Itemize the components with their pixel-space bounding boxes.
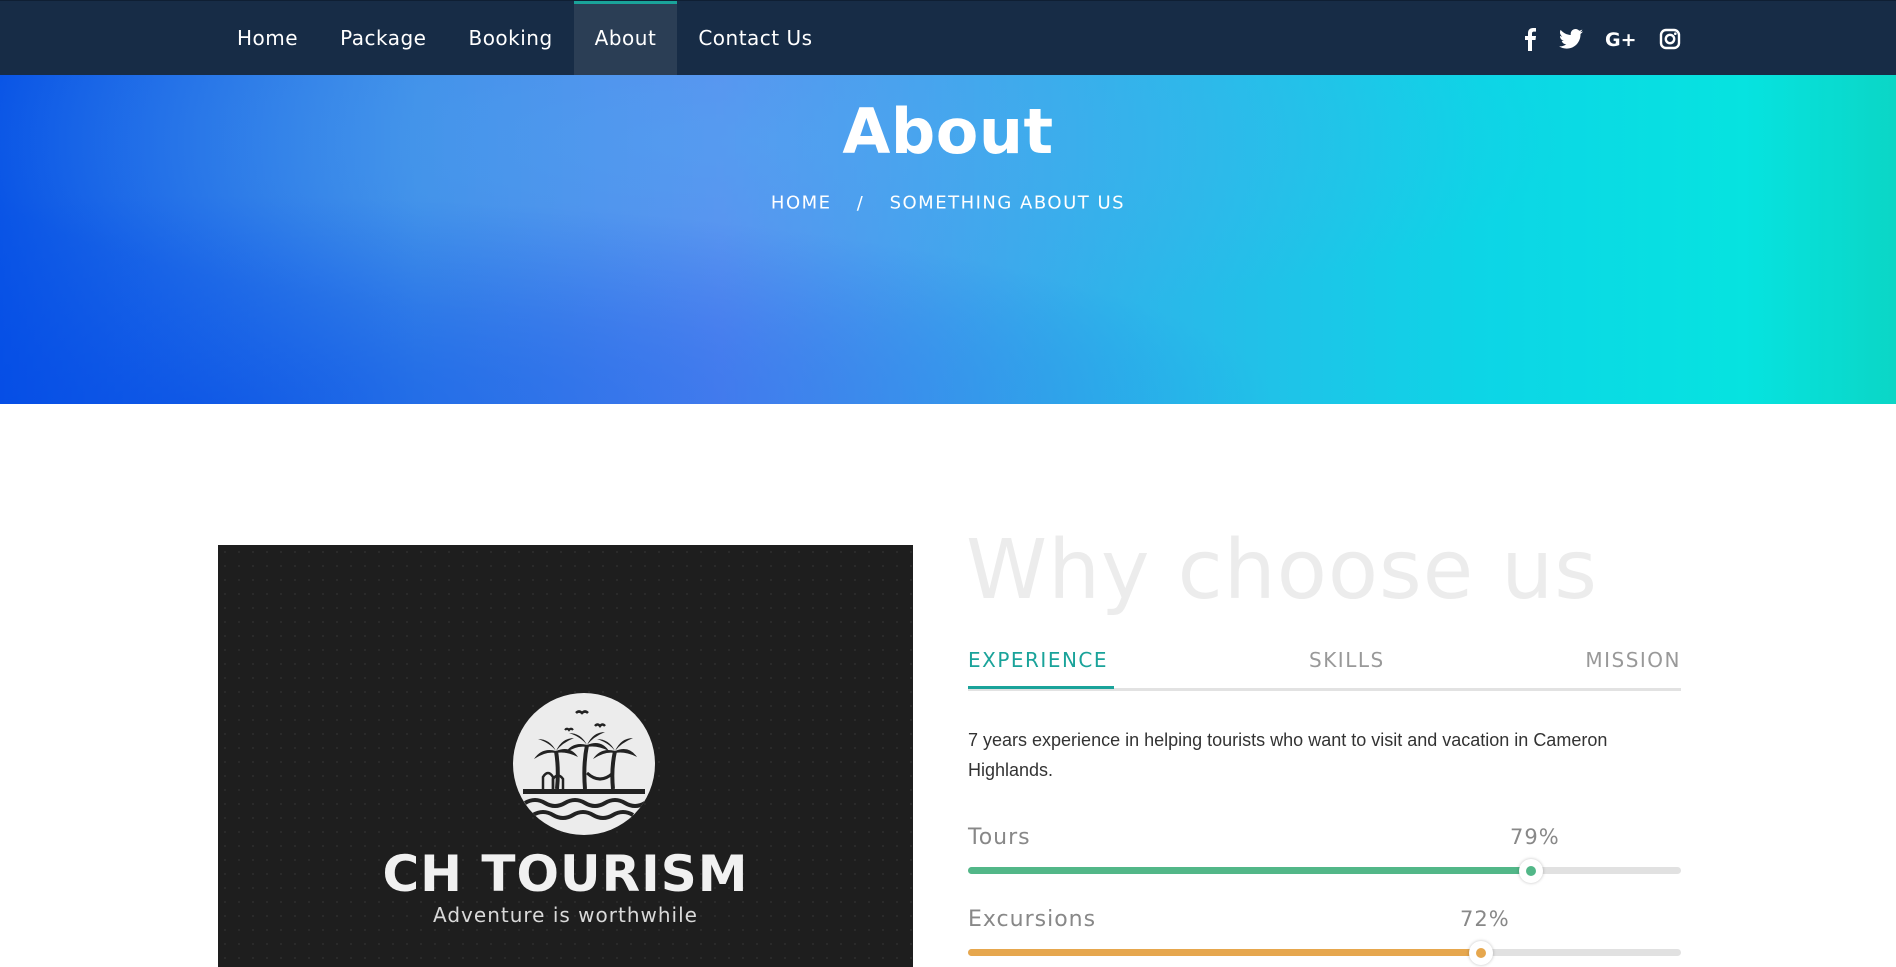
nav-item-home[interactable]: Home (216, 1, 319, 76)
progress-fill (968, 949, 1482, 956)
section-title: Why choose us (966, 523, 1598, 618)
why-tabs: EXPERIENCE SKILLS MISSION (968, 648, 1681, 691)
top-navbar: Home Package Booking About Contact Us G+ (0, 0, 1896, 79)
breadcrumb: HOME / SOMETHING ABOUT US (0, 192, 1896, 214)
google-plus-icon[interactable]: G+ (1605, 28, 1637, 50)
nav-links: Home Package Booking About Contact Us (216, 1, 834, 79)
brand-tagline: Adventure is worthwhile (433, 903, 698, 927)
skill-percent: 79% (1510, 825, 1560, 849)
facebook-icon[interactable] (1523, 27, 1537, 51)
breadcrumb-current: SOMETHING ABOUT US (889, 192, 1126, 214)
progress-handle[interactable] (1469, 941, 1494, 965)
brand-logo-image: CH TOURISM Adventure is worthwhile (218, 545, 913, 967)
progress-handle[interactable] (1519, 859, 1544, 883)
nav-item-booking[interactable]: Booking (447, 1, 573, 76)
tab-experience[interactable]: EXPERIENCE (968, 648, 1108, 672)
twitter-icon[interactable] (1559, 28, 1583, 49)
page-title: About (842, 95, 1054, 168)
active-tab-indicator (968, 686, 1114, 689)
palm-island-logo-icon (513, 693, 655, 835)
instagram-icon[interactable] (1659, 28, 1681, 50)
hero-banner: About HOME / SOMETHING ABOUT US (0, 75, 1896, 404)
tab-mission[interactable]: MISSION (1585, 648, 1681, 672)
progress-fill (968, 867, 1532, 874)
tab-skills[interactable]: SKILLS (1309, 648, 1385, 672)
experience-description: 7 years experience in helping tourists w… (968, 730, 1608, 780)
nav-item-package[interactable]: Package (319, 1, 447, 76)
breadcrumb-home[interactable]: HOME (771, 193, 832, 214)
social-links: G+ (1523, 1, 1681, 76)
svg-text:G+: G+ (1605, 29, 1637, 50)
progress-track (968, 859, 1681, 883)
skill-percent: 72% (1460, 907, 1510, 931)
progress-track (968, 941, 1681, 965)
skill-name: Excursions (968, 907, 1097, 932)
breadcrumb-separator: / (856, 192, 865, 214)
skill-name: Tours (968, 825, 1031, 850)
nav-item-about[interactable]: About (573, 1, 678, 79)
brand-name: CH TOURISM (382, 845, 749, 903)
nav-item-contact-us[interactable]: Contact Us (677, 1, 833, 76)
